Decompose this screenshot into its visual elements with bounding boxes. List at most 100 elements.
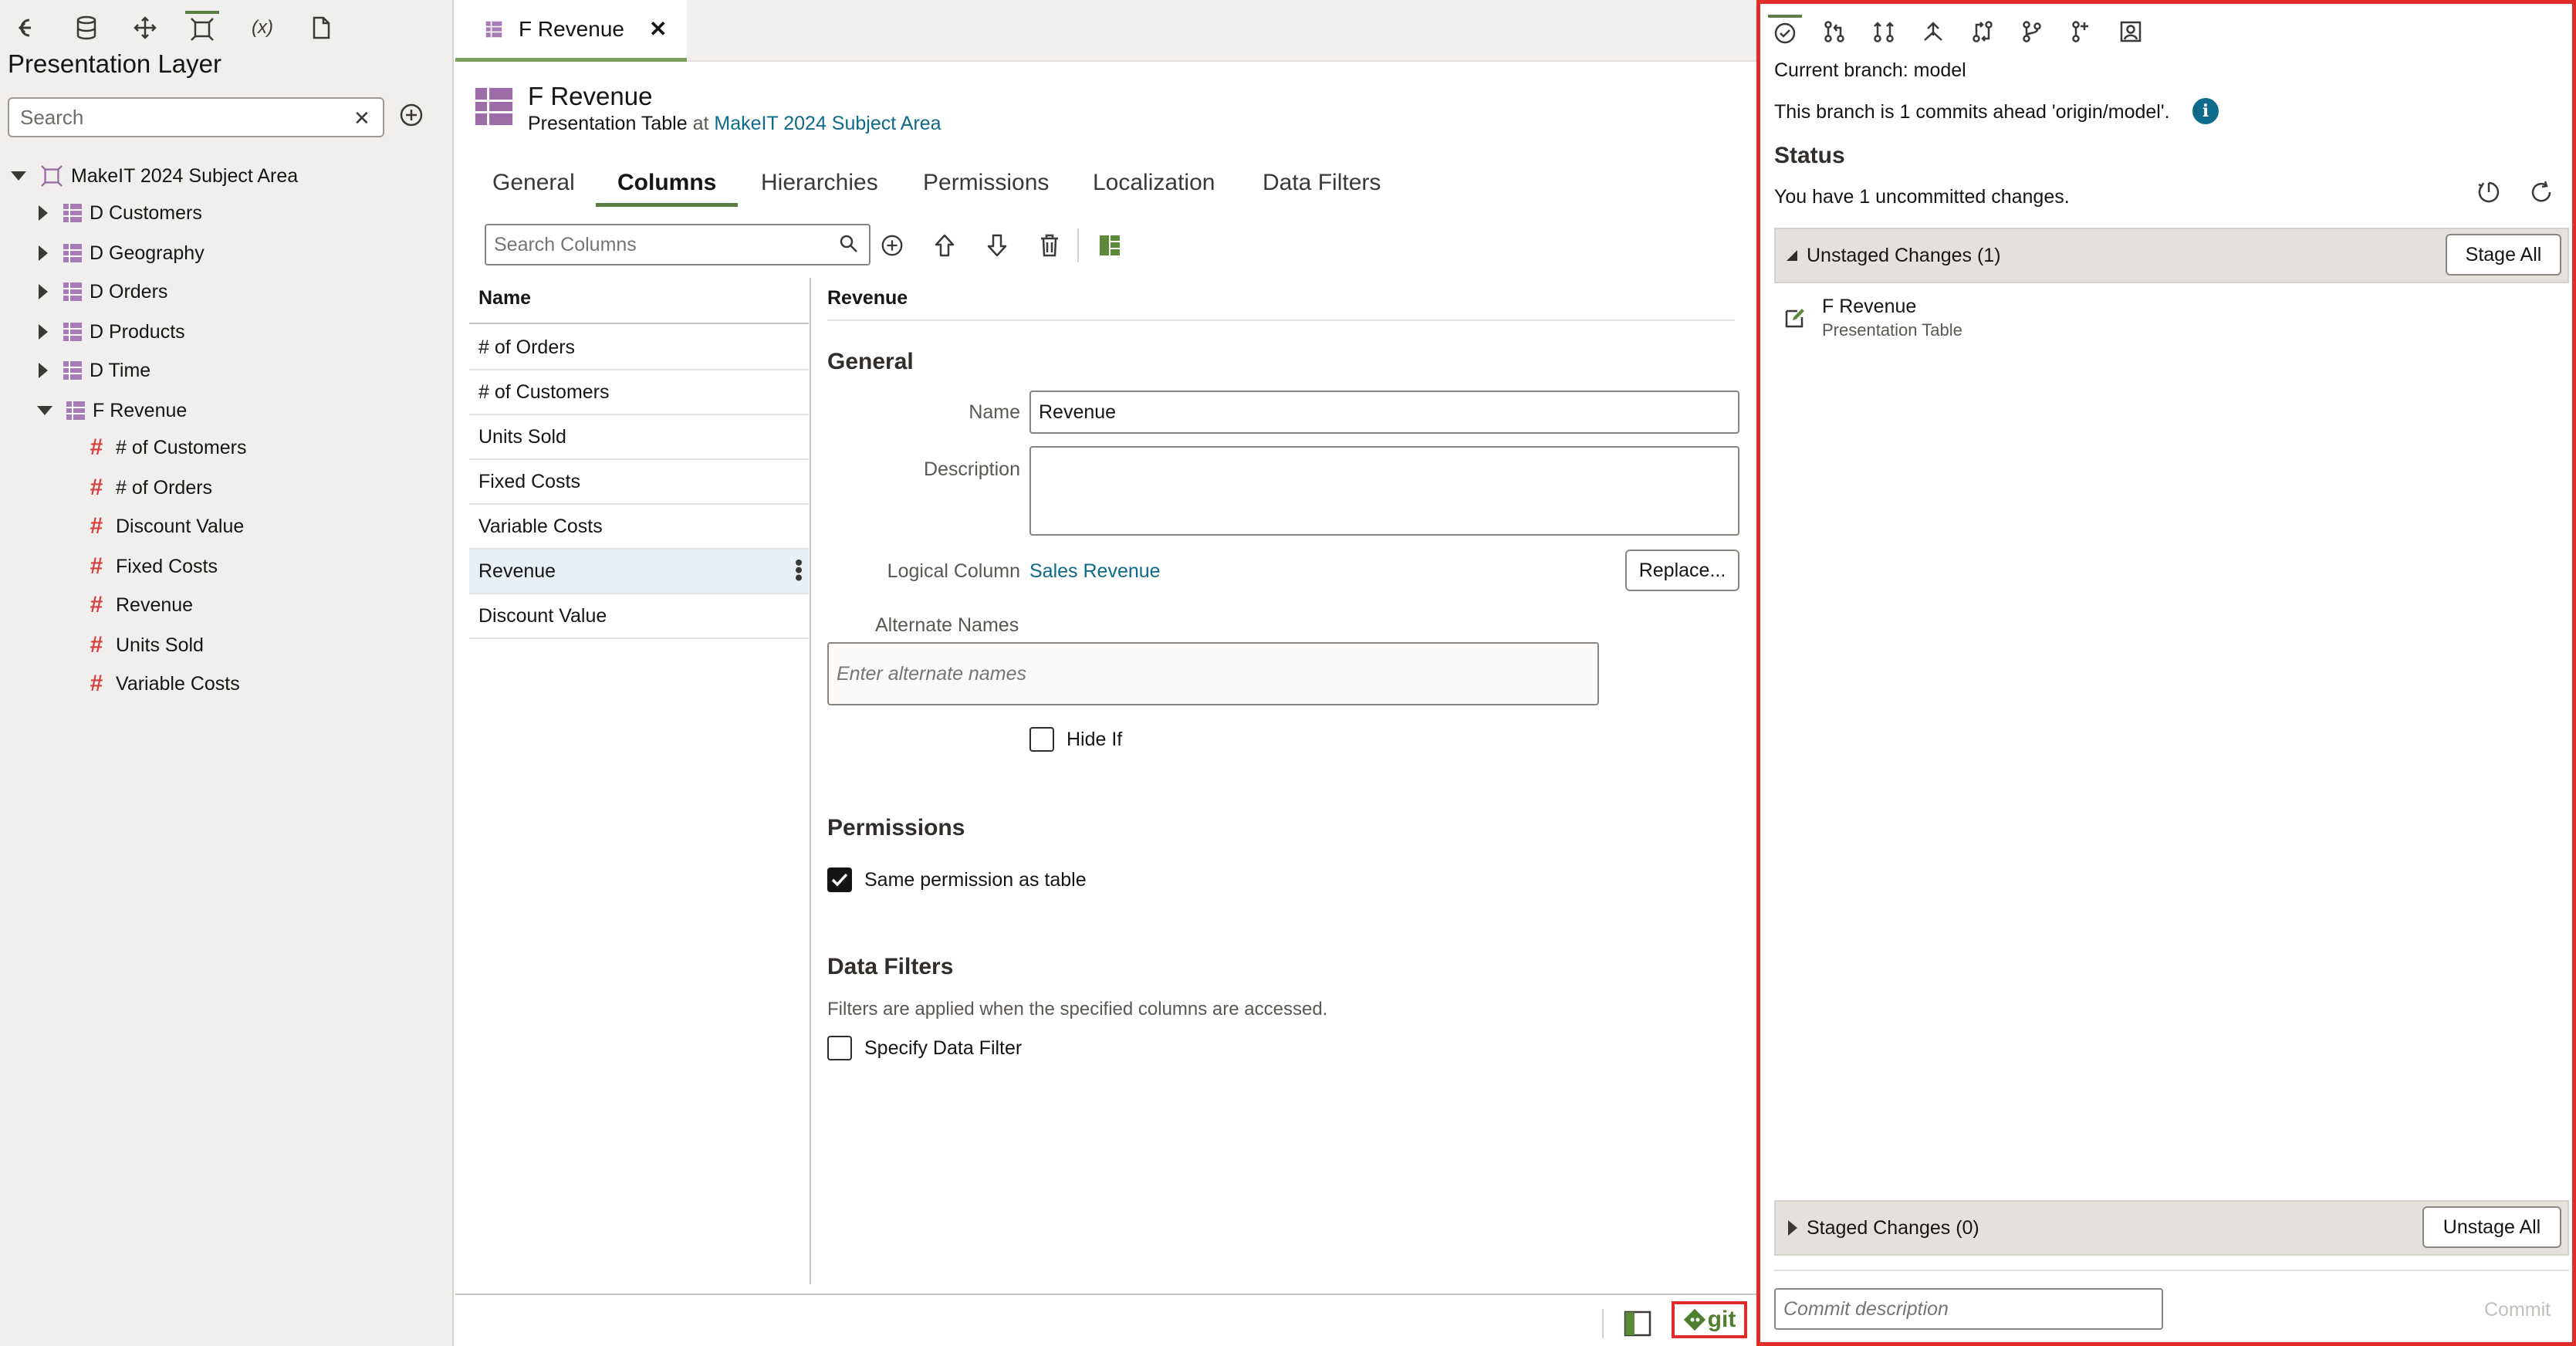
tree-item-d-geography[interactable]: D Geography xyxy=(39,236,205,270)
tree-column-item[interactable]: # # of Customers xyxy=(85,431,247,465)
replace-button[interactable]: Replace... xyxy=(1625,550,1739,591)
tree-column-item[interactable]: # Fixed Costs xyxy=(85,550,218,583)
check-circle-icon[interactable] xyxy=(1768,15,1802,49)
push-icon[interactable] xyxy=(1916,15,1950,49)
new-branch-icon[interactable] xyxy=(2064,15,2098,49)
subject-area-link[interactable]: MakeIT 2024 Subject Area xyxy=(714,113,941,134)
expand-icon[interactable] xyxy=(39,363,48,378)
move-icon[interactable] xyxy=(128,11,162,45)
git-icon xyxy=(1683,1308,1706,1331)
tree-column-label: Revenue xyxy=(116,594,194,616)
splitter[interactable] xyxy=(810,278,811,1284)
tree-item-d-orders[interactable]: D Orders xyxy=(39,275,167,309)
same-permission-checkbox[interactable] xyxy=(827,867,852,892)
change-item-name[interactable]: F Revenue xyxy=(1822,296,1916,318)
column-row[interactable]: # of Orders xyxy=(469,326,809,370)
hide-if-checkbox[interactable] xyxy=(1029,727,1054,752)
table-icon xyxy=(63,361,82,380)
editor-panel: F Revenue ✕ F Revenue Presentation Table… xyxy=(455,0,1756,1346)
tree-item-label: D Orders xyxy=(90,280,168,303)
column-row-label: # of Orders xyxy=(478,336,576,358)
tab-columns[interactable]: Columns xyxy=(596,170,739,207)
tree-column-item[interactable]: # # of Orders xyxy=(85,471,212,505)
column-row[interactable]: Fixed Costs xyxy=(469,460,809,505)
column-row[interactable]: Variable Costs xyxy=(469,505,809,550)
refresh-icon[interactable] xyxy=(2529,180,2554,205)
expand-icon[interactable] xyxy=(39,245,48,261)
table-icon xyxy=(485,21,502,37)
tree-item-label: D Time xyxy=(90,359,151,381)
tree-item-f-revenue[interactable]: F Revenue xyxy=(37,394,187,428)
more-options-icon[interactable]: ••• xyxy=(787,559,811,581)
tab-permissions[interactable]: Permissions xyxy=(923,170,1049,207)
name-field[interactable] xyxy=(1029,391,1739,434)
add-icon[interactable] xyxy=(398,102,424,128)
tree-column-item[interactable]: # Revenue xyxy=(85,588,193,622)
presentation-layer-icon[interactable] xyxy=(185,11,219,45)
tree-column-item[interactable]: # Units Sold xyxy=(85,628,204,662)
user-profile-icon[interactable] xyxy=(2114,15,2148,49)
alternate-names-field[interactable] xyxy=(827,642,1599,705)
tree-root[interactable]: MakeIT 2024 Subject Area xyxy=(11,159,298,193)
pull-request-icon[interactable] xyxy=(1817,15,1851,49)
add-column-icon[interactable] xyxy=(875,228,909,262)
search-icon[interactable] xyxy=(838,233,860,255)
current-branch-text: Current branch: model xyxy=(1774,59,1966,81)
toolbar-divider xyxy=(1077,228,1079,262)
delete-icon[interactable] xyxy=(1033,228,1067,262)
column-row[interactable]: Discount Value xyxy=(469,594,809,639)
tab-hierarchies[interactable]: Hierarchies xyxy=(761,170,878,207)
description-field[interactable] xyxy=(1029,446,1739,536)
compare-icon[interactable] xyxy=(1966,15,2000,49)
hash-icon: # xyxy=(90,671,103,696)
hide-if-label: Hide If xyxy=(1067,729,1123,750)
expand-icon[interactable] xyxy=(39,205,48,221)
close-tab-icon[interactable]: ✕ xyxy=(649,16,667,42)
tree-column-item[interactable]: # Variable Costs xyxy=(85,667,240,701)
tab-localization[interactable]: Localization xyxy=(1093,170,1215,207)
stage-all-button[interactable]: Stage All xyxy=(2446,234,2561,276)
unstage-all-button[interactable]: Unstage All xyxy=(2422,1206,2561,1248)
git-button[interactable]: git xyxy=(1672,1301,1747,1338)
column-row[interactable]: # of Customers xyxy=(469,370,809,415)
document-tab-label: F Revenue xyxy=(519,16,624,41)
tree-search-input[interactable] xyxy=(8,97,384,137)
column-row[interactable]: Units Sold xyxy=(469,415,809,460)
tree-item-d-customers[interactable]: D Customers xyxy=(39,196,202,230)
document-tab[interactable]: F Revenue ✕ xyxy=(455,0,687,62)
info-icon[interactable]: i xyxy=(2192,98,2219,124)
specify-filter-checkbox[interactable] xyxy=(827,1036,852,1060)
move-down-icon[interactable] xyxy=(980,228,1014,262)
clear-search-icon[interactable]: ✕ xyxy=(353,107,370,130)
branch-merge-icon[interactable] xyxy=(1867,15,1901,49)
general-section-title: General xyxy=(827,349,914,374)
collapse-icon[interactable] xyxy=(1787,250,1797,261)
collapse-icon[interactable] xyxy=(37,406,52,415)
tree-column-label: Discount Value xyxy=(116,515,245,537)
variables-icon[interactable]: (x) xyxy=(245,11,279,45)
layout-icon[interactable] xyxy=(1093,228,1127,262)
panel-toggle-icon[interactable] xyxy=(1624,1310,1651,1337)
document-icon[interactable] xyxy=(304,11,338,45)
expand-icon[interactable] xyxy=(1788,1220,1797,1236)
search-columns-input[interactable] xyxy=(485,224,870,265)
back-icon[interactable] xyxy=(9,11,43,45)
tab-general[interactable]: General xyxy=(492,170,575,207)
commit-button[interactable]: Commit xyxy=(2484,1299,2551,1321)
column-row-selected[interactable]: Revenue ••• xyxy=(469,550,811,594)
column-row-label: Revenue xyxy=(478,560,556,582)
branch-icon[interactable] xyxy=(2015,15,2049,49)
move-up-icon[interactable] xyxy=(928,228,962,262)
history-icon[interactable] xyxy=(2476,180,2501,205)
database-icon[interactable] xyxy=(69,11,103,45)
logical-column-link[interactable]: Sales Revenue xyxy=(1029,560,1161,583)
tree-column-item[interactable]: # Discount Value xyxy=(85,509,245,543)
tree-item-d-products[interactable]: D Products xyxy=(39,315,185,349)
uncommitted-text: You have 1 uncommitted changes. xyxy=(1774,186,2070,208)
commit-description-input[interactable] xyxy=(1774,1288,2163,1330)
expand-icon[interactable] xyxy=(39,284,48,299)
expand-icon[interactable] xyxy=(39,324,48,340)
tree-item-d-time[interactable]: D Time xyxy=(39,353,150,387)
collapse-icon[interactable] xyxy=(11,171,26,181)
tab-data-filters[interactable]: Data Filters xyxy=(1263,170,1381,207)
